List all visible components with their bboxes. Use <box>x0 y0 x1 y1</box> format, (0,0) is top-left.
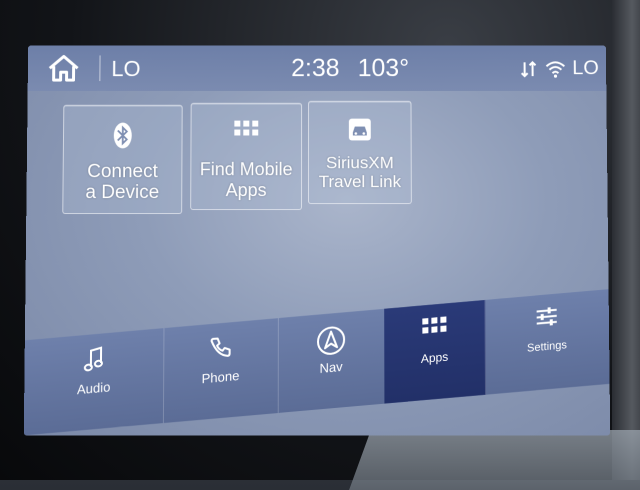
nav-tab-settings[interactable]: Settings <box>484 289 609 395</box>
find-mobile-apps-label: Find Mobile Apps <box>199 159 293 201</box>
status-icons: LO <box>519 57 599 80</box>
siriusxm-travel-link-label: SiriusXM Travel Link <box>318 153 402 192</box>
nav-tab-navigation[interactable]: Nav <box>277 308 386 414</box>
clock: 2:38 <box>291 54 340 83</box>
bluetooth-icon <box>114 123 133 149</box>
data-arrows-icon <box>519 59 539 79</box>
dashboard-trim-right <box>612 0 640 480</box>
outside-temperature: 103° <box>357 54 410 83</box>
home-icon <box>49 55 80 83</box>
connect-device-label: Connect a Device <box>85 161 160 204</box>
phone-icon <box>208 334 232 360</box>
music-note-icon <box>83 345 105 373</box>
infotainment-screen: LO 2:38 103° LO Connect a Device Find Mo… <box>23 45 611 436</box>
car-icon <box>348 118 371 141</box>
nav-tab-phone[interactable]: Phone <box>162 318 279 424</box>
status-bar: LO 2:38 103° LO <box>27 45 607 91</box>
app-grid-icon <box>422 316 447 334</box>
nav-tab-audio[interactable]: Audio <box>23 328 165 436</box>
connect-device-tile[interactable]: Connect a Device <box>62 104 183 215</box>
driver-temp-setting[interactable]: LO <box>111 56 140 82</box>
bottom-nav-bar: Audio Phone Nav Apps Settings <box>23 289 610 436</box>
status-divider <box>99 55 101 82</box>
dashboard-trim <box>349 430 640 490</box>
wifi-icon <box>544 60 566 78</box>
navigation-arrow-icon <box>316 324 346 357</box>
app-grid-icon <box>234 120 259 136</box>
sliders-icon <box>535 306 559 328</box>
siriusxm-travel-link-tile[interactable]: SiriusXM Travel Link <box>308 100 412 205</box>
passenger-temp-setting[interactable]: LO <box>572 57 599 80</box>
nav-tab-apps[interactable]: Apps <box>384 299 487 404</box>
home-button[interactable] <box>46 53 82 83</box>
find-mobile-apps-tile[interactable]: Find Mobile Apps <box>190 102 303 211</box>
